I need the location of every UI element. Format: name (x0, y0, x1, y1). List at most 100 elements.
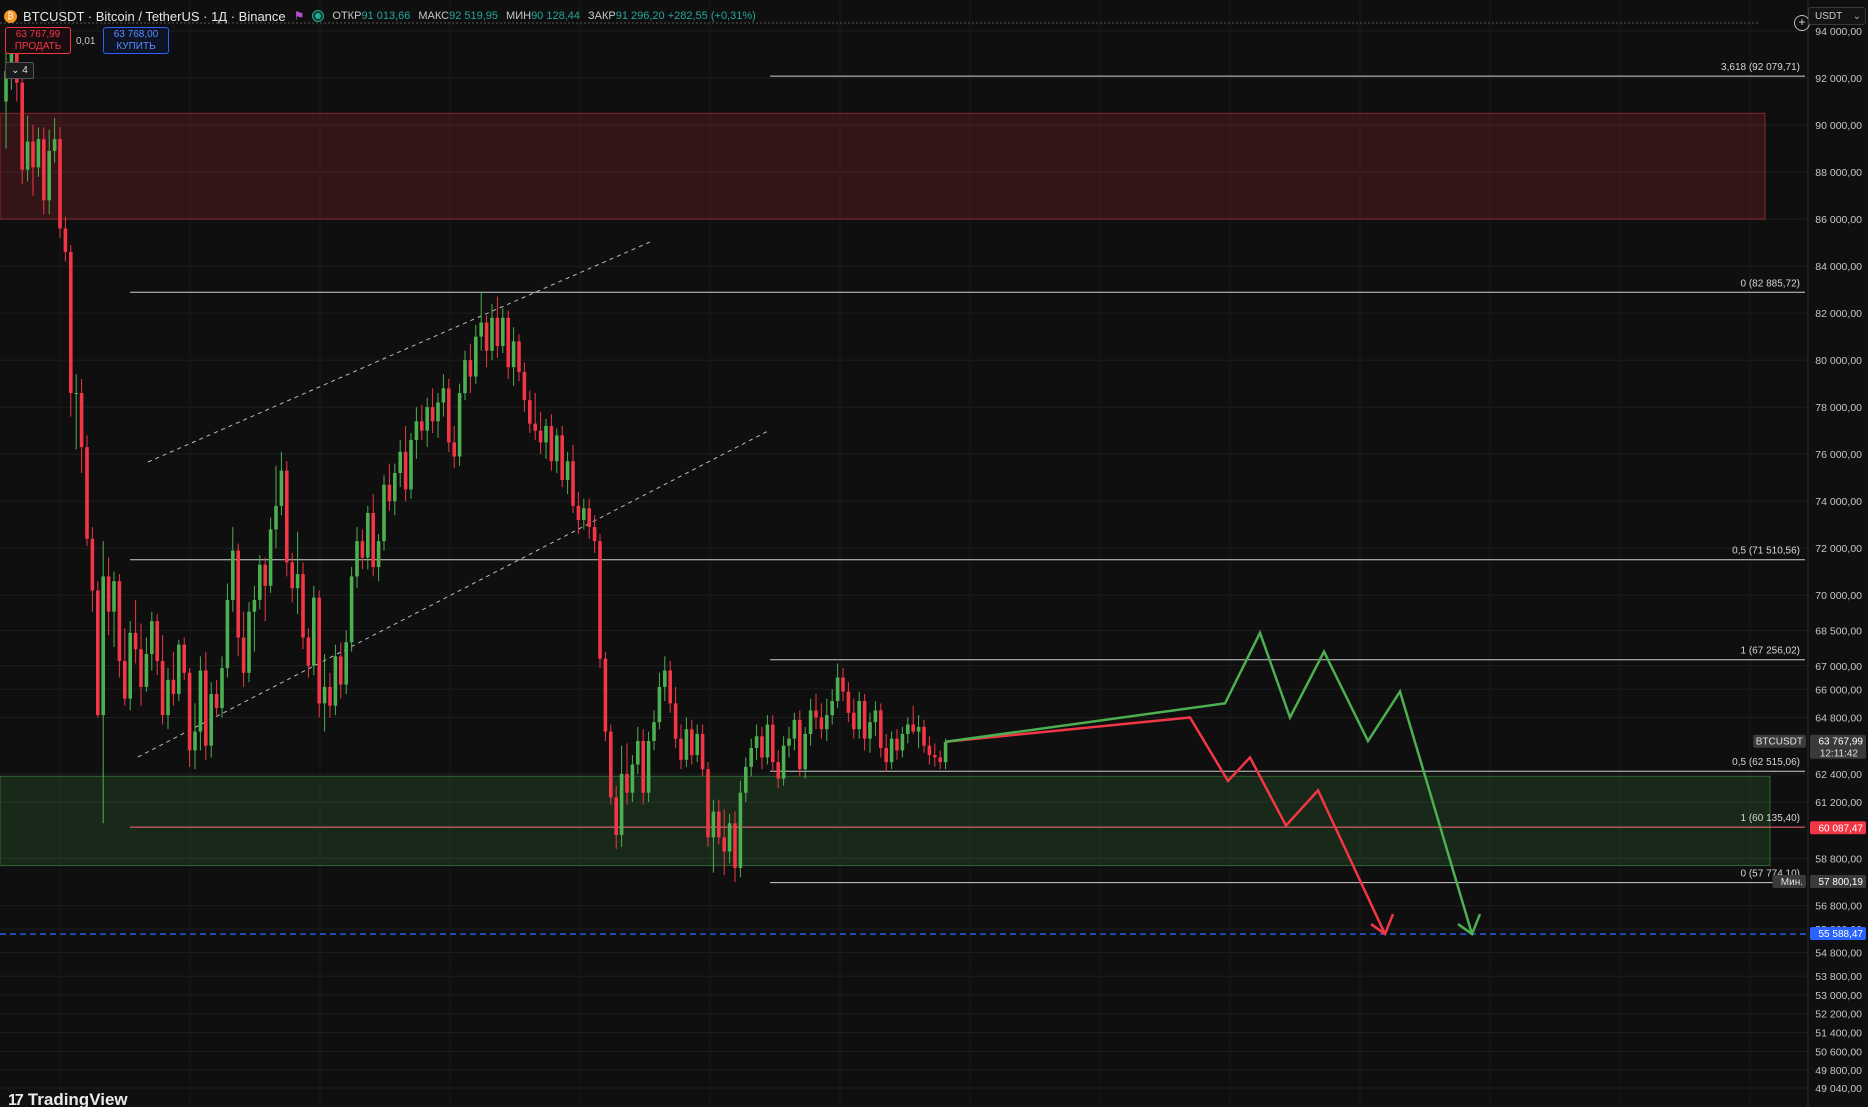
price-axis-label: 49 040,00 (1815, 1083, 1862, 1095)
candle-body (236, 550, 240, 638)
candle-body (106, 576, 111, 612)
candle-body (609, 731, 613, 798)
candle-body (933, 755, 937, 758)
candle-body (409, 440, 413, 490)
candle-body (339, 656, 343, 685)
buy-button[interactable]: 63 768,00 КУПИТЬ (103, 27, 169, 54)
price-axis-label: 76 000,00 (1815, 449, 1862, 461)
candle-body (803, 733, 807, 770)
candle-body (922, 726, 926, 746)
candle-body (430, 407, 435, 422)
price-axis-label: 58 800,00 (1815, 854, 1862, 866)
candle-body (906, 724, 910, 734)
quantity-stepper[interactable]: ⌄ 4 (5, 62, 34, 79)
candle-body (420, 421, 424, 431)
sell-price: 63 767,99 (15, 29, 61, 40)
chevron-down-icon: ⌄ (11, 65, 20, 76)
candle-body (862, 701, 867, 739)
fib-level-label: 0,5 (62 515,06) (1732, 757, 1800, 768)
candle-body (722, 837, 726, 852)
candle-body (943, 741, 948, 763)
price-axis-label: 49 800,00 (1815, 1065, 1862, 1077)
candle-body (889, 738, 894, 763)
candle-body (841, 677, 845, 692)
candle-body (679, 738, 683, 760)
candle-body (598, 541, 602, 659)
candle-body (25, 141, 30, 170)
candle-body (306, 637, 311, 666)
candle-body (511, 341, 516, 368)
sell-button[interactable]: 63 767,99 ПРОДАТЬ (5, 27, 71, 54)
price-axis-label: 74 000,00 (1815, 496, 1862, 508)
price-axis-label: 92 000,00 (1815, 73, 1862, 85)
candle-body (414, 421, 419, 441)
candle-body (808, 710, 813, 734)
price-axis-label: 62 400,00 (1815, 769, 1862, 781)
candle-body (285, 470, 289, 563)
candle-body (355, 541, 359, 577)
price-axis-label: 94 000,00 (1815, 26, 1862, 38)
candle-body (846, 691, 851, 713)
candle-body (717, 811, 721, 838)
price-tag-value: 63 767,99 (1819, 737, 1864, 748)
candle-body (582, 508, 586, 521)
candle-body (290, 562, 294, 589)
ohlc-open: ОТКР91 013,66 (332, 10, 411, 22)
candle-body (760, 736, 764, 758)
candle-body (160, 661, 165, 716)
quantity-value: 4 (22, 65, 28, 76)
ohlc-low: МИН90 128,44 (506, 10, 580, 22)
candle-body (96, 590, 100, 716)
price-axis-label: 80 000,00 (1815, 355, 1862, 367)
currency-selector[interactable]: USDT ⌄ (1808, 7, 1866, 25)
candle-body (636, 740, 640, 765)
price-axis-label: 64 800,00 (1815, 712, 1862, 724)
candle-body (177, 644, 181, 694)
price-axis-label: 68 500,00 (1815, 625, 1862, 637)
candle-body (117, 581, 122, 662)
candle-body (873, 710, 878, 723)
candle-body (220, 668, 224, 709)
candle-body (382, 484, 386, 542)
candle-body (916, 726, 921, 732)
candle-body (193, 731, 197, 751)
candle-body (744, 766, 748, 793)
candle-body (895, 738, 899, 751)
candle-body (852, 712, 856, 730)
candle-body (868, 722, 872, 739)
chart-canvas[interactable]: 94 000,00 92 000,00 90 000,00 88 000,00 86 0… (0, 0, 1868, 1107)
candle-body (366, 512, 370, 558)
candle-body (754, 736, 759, 749)
candle-body (911, 724, 915, 732)
candle-body (128, 632, 132, 699)
candle-body (328, 686, 332, 706)
candle-body (241, 637, 246, 673)
candle-body (20, 82, 24, 170)
candle-body (884, 748, 888, 763)
sell-label: ПРОДАТЬ (14, 41, 62, 52)
candle-body (42, 139, 46, 201)
symbol-title[interactable]: BTCUSDT · Bitcoin / TetherUS · 1Д · Bina… (23, 9, 286, 24)
candle-body (155, 621, 159, 662)
price-axis-label: 86 000,00 (1815, 214, 1862, 226)
candle-body (209, 693, 213, 746)
fib-level-label: 1 (67 256,02) (1741, 646, 1801, 657)
candle-body (274, 505, 278, 530)
candle-body (495, 317, 500, 347)
candle-body (835, 677, 840, 702)
candle-body (506, 317, 510, 368)
price-tag-countdown: 12:11:42 (1820, 749, 1859, 760)
ohlc-close: ЗАКР91 296,20 +282,55 (+0,31%) (588, 10, 756, 22)
flag-icon[interactable]: ⚑ (294, 9, 305, 23)
candle-body (139, 649, 143, 687)
candle-body (771, 724, 775, 763)
candle-body (533, 423, 537, 431)
candle-body (47, 150, 51, 201)
candle-body (560, 435, 564, 481)
tradingview-logo[interactable]: 17 TradingView (8, 1090, 128, 1107)
bearish-path-arrowhead (1370, 913, 1395, 937)
candle-body (522, 371, 527, 401)
candle-body (938, 757, 942, 763)
candle-body (90, 538, 95, 591)
candle-body (517, 341, 521, 372)
